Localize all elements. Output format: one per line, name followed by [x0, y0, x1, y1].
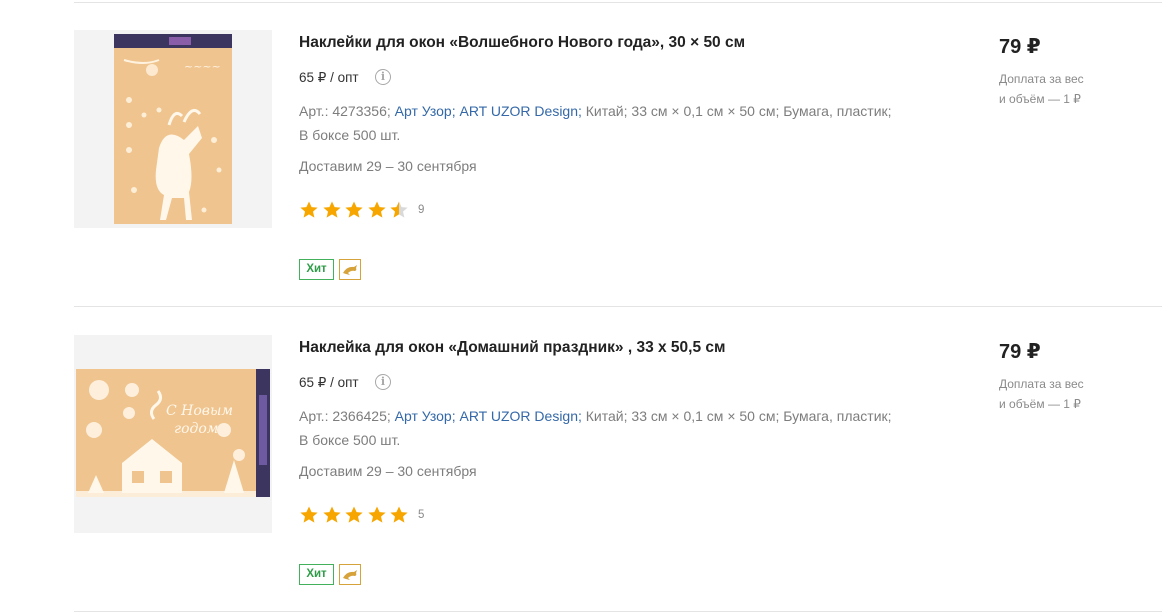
country: Китай;: [585, 408, 628, 424]
article-number: Арт.: 2366425;: [299, 408, 391, 424]
dimensions: 33 см × 0,1 см × 50 см;: [631, 408, 780, 424]
price: 79 ₽: [999, 36, 1041, 58]
svg-text:С Новым: С Новым: [166, 403, 233, 419]
star-icon: [300, 506, 318, 523]
rating-stars: [299, 200, 412, 220]
brand-link[interactable]: Арт Узор;: [395, 408, 456, 424]
rating[interactable]: 5: [299, 505, 424, 525]
surcharge-line: Доплата за вес: [999, 377, 1084, 391]
box-quantity: В боксе 500 шт.: [299, 126, 401, 143]
wholesale-price: 65 ₽ / опт: [299, 375, 359, 390]
info-icon[interactable]: i: [375, 69, 391, 85]
box-quantity: В боксе 500 шт.: [299, 431, 401, 448]
price: 79 ₽: [999, 341, 1041, 363]
manufacturer-link[interactable]: ART UZOR Design;: [459, 408, 581, 424]
hit-badge: Хит: [299, 564, 334, 585]
product-specs: Арт.: 2366425; Арт Узор; ART UZOR Design…: [299, 405, 919, 452]
dimensions: 33 см × 0,1 см × 50 см;: [631, 103, 780, 119]
review-count[interactable]: 9: [418, 204, 424, 216]
surcharge-line: и объём — 1 ₽: [999, 92, 1081, 106]
brand-link[interactable]: Арт Узор;: [395, 103, 456, 119]
product-image[interactable]: С Новым годом: [74, 335, 272, 533]
star-icon: [368, 201, 386, 218]
star-icon: [300, 201, 318, 218]
dolphin-badge: [339, 259, 361, 280]
hit-badge: Хит: [299, 259, 334, 280]
article-number: Арт.: 4273356;: [299, 103, 391, 119]
star-icon: [322, 506, 341, 523]
bottom-divider: [74, 611, 1162, 612]
wholesale-price: 65 ₽ / опт: [299, 70, 359, 85]
country: Китай;: [585, 103, 628, 119]
info-icon[interactable]: i: [375, 374, 391, 390]
surcharge-note: Доплата за вес и объём — 1 ₽: [999, 374, 1129, 414]
material: Бумага, пластик;: [783, 103, 892, 119]
delivery-date: Доставим 29 – 30 сентября: [299, 158, 477, 174]
product-image[interactable]: ~~~~: [74, 30, 272, 228]
star-icon: [390, 201, 408, 218]
surcharge-line: и объём — 1 ₽: [999, 397, 1081, 411]
svg-text:годом: годом: [174, 421, 218, 437]
surcharge-line: Доплата за вес: [999, 72, 1084, 86]
dolphin-icon: [343, 264, 357, 275]
review-count[interactable]: 5: [418, 509, 424, 521]
star-icon: [345, 201, 363, 218]
star-icon: [390, 506, 408, 523]
product-title[interactable]: Наклейка для окон «Домашний праздник» , …: [299, 339, 725, 357]
manufacturer-link[interactable]: ART UZOR Design;: [459, 103, 581, 119]
star-icon: [322, 201, 341, 218]
material: Бумага, пластик;: [783, 408, 892, 424]
product-card: С Новым годом Наклейка для окон «Домашни…: [0, 305, 1162, 605]
rating[interactable]: 9: [299, 200, 424, 220]
delivery-date: Доставим 29 – 30 сентября: [299, 463, 477, 479]
svg-text:~~~~: ~~~~: [184, 60, 221, 73]
star-icon: [368, 506, 386, 523]
product-specs: Арт.: 4273356; Арт Узор; ART UZOR Design…: [299, 100, 919, 147]
product-card: ~~~~ Наклейки для окон «Волшебного Новог…: [0, 0, 1162, 300]
surcharge-note: Доплата за вес и объём — 1 ₽: [999, 69, 1129, 109]
star-icon: [345, 506, 363, 523]
rating-stars: [299, 505, 412, 525]
dolphin-badge: [339, 564, 361, 585]
product-title[interactable]: Наклейки для окон «Волшебного Нового год…: [299, 34, 745, 52]
dolphin-icon: [343, 569, 357, 580]
